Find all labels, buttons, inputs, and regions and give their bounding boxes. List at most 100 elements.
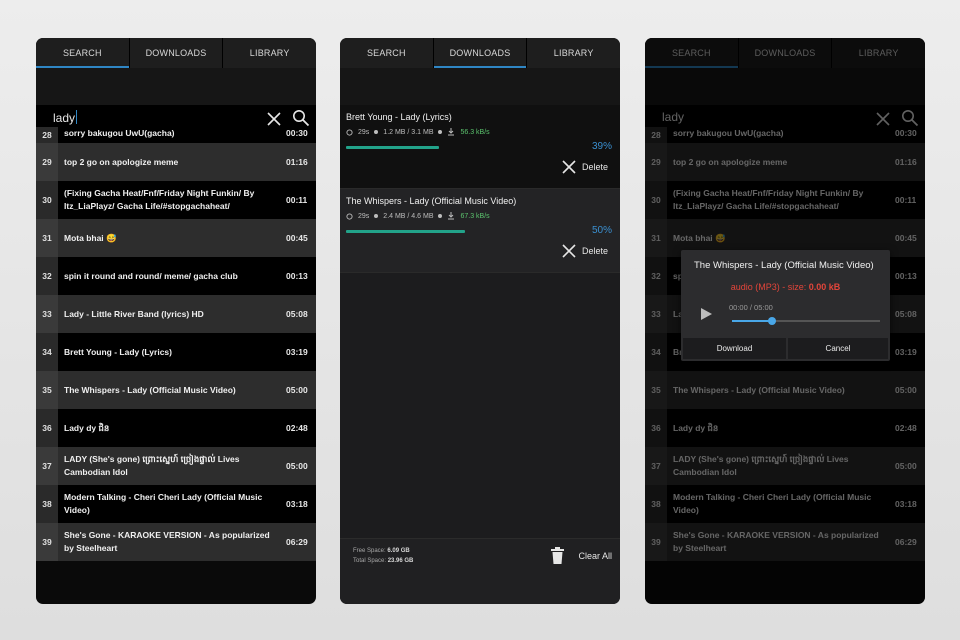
download-elapsed: 29s [358, 212, 370, 220]
result-row[interactable]: 38 Modern Talking - Cheri Cheri Lady (Off… [36, 485, 316, 523]
download-title: Brett Young - Lady (Lyrics) [346, 112, 452, 122]
separator-dot [374, 130, 379, 134]
row-duration: 03:18 [286, 499, 308, 509]
download-speed: 67.3 kB/s [460, 212, 490, 220]
tab-downloads[interactable]: DOWNLOADS [130, 38, 224, 68]
row-duration: 02:48 [286, 423, 308, 433]
cancel-button[interactable]: Cancel [788, 338, 888, 359]
download-speed: 56.3 kB/s [460, 128, 490, 136]
row-duration: 00:11 [286, 195, 308, 205]
download-percent: 39% [591, 141, 612, 152]
tab-search[interactable]: SEARCH [340, 38, 434, 68]
play-icon[interactable] [699, 307, 713, 321]
spacer [340, 68, 620, 105]
row-title: top 2 go on apologize meme [64, 156, 179, 167]
separator-dot [374, 214, 379, 218]
playback-fill [732, 320, 773, 322]
row-number: 38 [36, 485, 58, 523]
row-title: Brett Young - Lady (Lyrics) [64, 346, 172, 357]
row-title: The Whispers - Lady (Official Music Vide… [64, 384, 236, 395]
download-meta: 29s 1.2 MB / 3.1 MB 56.3 kB/s [346, 128, 490, 136]
clear-search-icon[interactable] [266, 111, 282, 127]
format-size: 0.00 kB [808, 282, 841, 292]
download-progress-bar [346, 230, 465, 233]
row-duration: 05:08 [286, 309, 308, 319]
close-icon [562, 244, 576, 258]
result-row[interactable]: 28 sorry bakugou UwU(gacha) 00:30 [36, 127, 316, 143]
download-title: The Whispers - Lady (Official Music Vide… [346, 196, 517, 206]
row-number: 36 [36, 409, 58, 447]
row-duration: 06:29 [286, 537, 308, 547]
storage-footer: Free Space: 6.09 GB Total Space: 23.96 G… [340, 538, 620, 604]
total-space-value: 23.96 GB [387, 558, 414, 564]
format-info: audio (MP3) - size: 0.00 kB [681, 282, 890, 292]
row-duration: 01:16 [286, 157, 308, 167]
spacer [36, 68, 316, 105]
row-number: 35 [36, 371, 58, 409]
trash-icon [551, 547, 565, 564]
separator-dot [438, 214, 443, 218]
free-space-label: Free Space: [353, 548, 386, 554]
delete-button[interactable]: Delete [562, 160, 608, 174]
search-screen: SEARCH DOWNLOADS LIBRARY lady 28 sorry ba… [36, 38, 316, 604]
row-number: 30 [36, 181, 58, 219]
tab-bar: SEARCH DOWNLOADS LIBRARY [340, 38, 620, 68]
download-size: 2.4 MB / 4.6 MB [383, 212, 434, 220]
download-dialog-screen: SEARCH DOWNLOADS LIBRARY lady 28sorry ba… [645, 38, 925, 604]
download-elapsed: 29s [358, 128, 370, 136]
row-title: Mota bhai 😅 [64, 232, 117, 243]
storage-info: Free Space: 6.09 GB Total Space: 23.96 G… [353, 546, 413, 566]
row-duration: 00:45 [286, 233, 308, 243]
text-caret [76, 110, 78, 124]
result-row[interactable]: 33 Lady - Little River Band (lyrics) HD 05… [36, 295, 316, 333]
download-progress-bar [346, 146, 439, 149]
result-row[interactable]: 29 top 2 go on apologize meme 01:16 [36, 143, 316, 181]
download-button[interactable]: Download [683, 338, 786, 359]
row-duration: 00:30 [286, 128, 308, 138]
close-icon [562, 160, 576, 174]
free-space-value: 6.09 GB [387, 548, 410, 554]
result-row[interactable]: 30 (Fixing Gacha Heat/Fnf/Friday Night Fu… [36, 181, 316, 219]
download-item: Brett Young - Lady (Lyrics) 29s 1.2 MB /… [340, 105, 620, 189]
download-speed-icon [448, 212, 455, 220]
search-input[interactable]: lady [53, 110, 78, 125]
tab-search[interactable]: SEARCH [36, 38, 130, 68]
result-row[interactable]: 32 spin it round and round/ meme/ gacha c… [36, 257, 316, 295]
dialog-title: The Whispers - Lady (Official Music Vide… [694, 260, 874, 271]
delete-label: Delete [581, 162, 608, 172]
row-title: She's Gone - KARAOKE VERSION - As popula… [64, 530, 270, 553]
delete-label: Delete [581, 246, 608, 256]
row-title: spin it round and round/ meme/ gacha clu… [64, 270, 238, 281]
result-row[interactable]: 39 She's Gone - KARAOKE VERSION - As popu… [36, 523, 316, 561]
download-size: 1.2 MB / 3.1 MB [383, 128, 434, 136]
row-title: (Fixing Gacha Heat/Fnf/Friday Night Funk… [64, 188, 255, 211]
playback-slider[interactable] [732, 317, 880, 325]
clear-all-button[interactable]: Clear All [551, 547, 612, 564]
delete-button[interactable]: Delete [562, 244, 608, 258]
result-row[interactable]: 37 LADY (She's gone) ព្រោះស្នេហ៍ ច្រៀងផ្ទ… [36, 447, 316, 485]
row-duration: 05:00 [286, 461, 308, 471]
search-icon[interactable] [292, 109, 310, 127]
separator-dot [438, 130, 443, 134]
result-row[interactable]: 35 The Whispers - Lady (Official Music Vi… [36, 371, 316, 409]
tab-library[interactable]: LIBRARY [223, 38, 316, 68]
download-percent: 50% [591, 225, 612, 236]
download-meta: 29s 2.4 MB / 4.6 MB 67.3 kB/s [346, 212, 490, 220]
total-space-label: Total Space: [353, 558, 387, 564]
row-title: Lady dy ជិន [64, 422, 110, 433]
row-number: 29 [36, 143, 58, 181]
tab-downloads[interactable]: DOWNLOADS [433, 38, 528, 68]
result-row[interactable]: 31 Mota bhai 😅 00:45 [36, 219, 316, 257]
result-row[interactable]: 36 Lady dy ជិន 02:48 [36, 409, 316, 447]
slider-knob[interactable] [768, 317, 776, 325]
clear-all-label: Clear All [578, 550, 612, 561]
tab-library[interactable]: LIBRARY [527, 38, 620, 68]
timer-icon [346, 128, 353, 136]
row-number: 28 [36, 127, 58, 143]
row-title: Modern Talking - Cheri Cheri Lady (Offic… [64, 492, 263, 515]
result-row[interactable]: 34 Brett Young - Lady (Lyrics) 03:19 [36, 333, 316, 371]
row-number: 31 [36, 219, 58, 257]
download-speed-icon [448, 128, 455, 136]
search-query: lady [53, 111, 76, 125]
format-label: audio (MP3) - size: [730, 282, 807, 292]
